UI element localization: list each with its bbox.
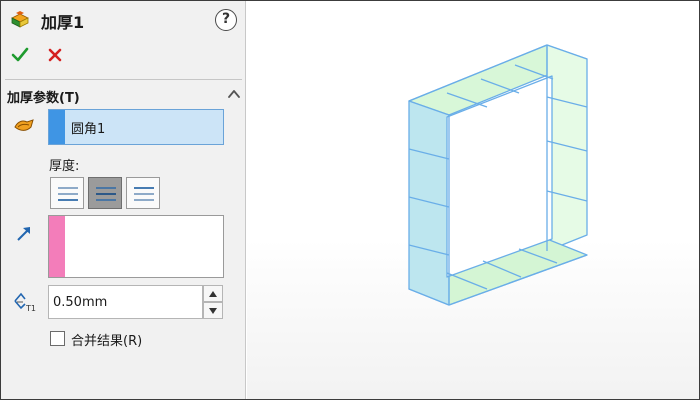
thicken-side-2-icon [134, 187, 154, 201]
help-button[interactable]: ? [215, 9, 237, 31]
feature-title: 加厚1 [41, 13, 85, 32]
svg-text:T1: T1 [25, 304, 36, 313]
thicken-feature-icon [11, 11, 29, 28]
thicken-both-sides-icon [96, 187, 116, 201]
ok-button[interactable] [10, 45, 30, 65]
model-face-left [408, 100, 450, 306]
property-manager-panel: 加厚1 ? 加厚参数(T) 圆角1 厚度: T1 0.50mm 合并结果(R) [1, 1, 246, 399]
section-header-thicken-params[interactable]: 加厚参数(T) [1, 83, 246, 107]
face-selection-item[interactable]: 圆角1 [71, 118, 105, 137]
thickened-part-model[interactable] [247, 1, 699, 399]
thickness-spin-up-button[interactable] [203, 285, 223, 302]
cancel-button[interactable] [45, 45, 65, 65]
direction-selection-box[interactable] [48, 215, 224, 278]
model-face-right [546, 44, 588, 252]
thicken-both-sides-button[interactable] [88, 177, 122, 209]
chevron-up-icon[interactable] [227, 87, 241, 101]
spin-up-icon [209, 291, 217, 297]
thicken-side-1-button[interactable] [50, 177, 84, 209]
direction-selection-color-bar [49, 216, 65, 277]
thickness-spin-down-button[interactable] [203, 302, 223, 319]
thicken-side-1-icon [58, 187, 78, 201]
merge-result-label[interactable]: 合并结果(R) [71, 330, 142, 349]
graphics-area[interactable] [247, 1, 699, 399]
merge-result-checkbox[interactable] [50, 331, 65, 346]
panel-header: 加厚1 ? [1, 1, 246, 37]
spin-down-icon [209, 308, 217, 314]
direction-arrow-icon [17, 227, 30, 241]
face-selection-color-bar [49, 110, 65, 144]
thickness-icon: T1 [14, 292, 36, 313]
separator [5, 79, 242, 80]
face-selection-box[interactable]: 圆角1 [48, 109, 224, 145]
thickness-label: 厚度: [49, 159, 80, 174]
face-selection-icon [14, 119, 34, 131]
section-title: 加厚参数(T) [7, 91, 80, 106]
thickness-input[interactable] [48, 285, 203, 319]
thicken-side-2-button[interactable] [126, 177, 160, 209]
